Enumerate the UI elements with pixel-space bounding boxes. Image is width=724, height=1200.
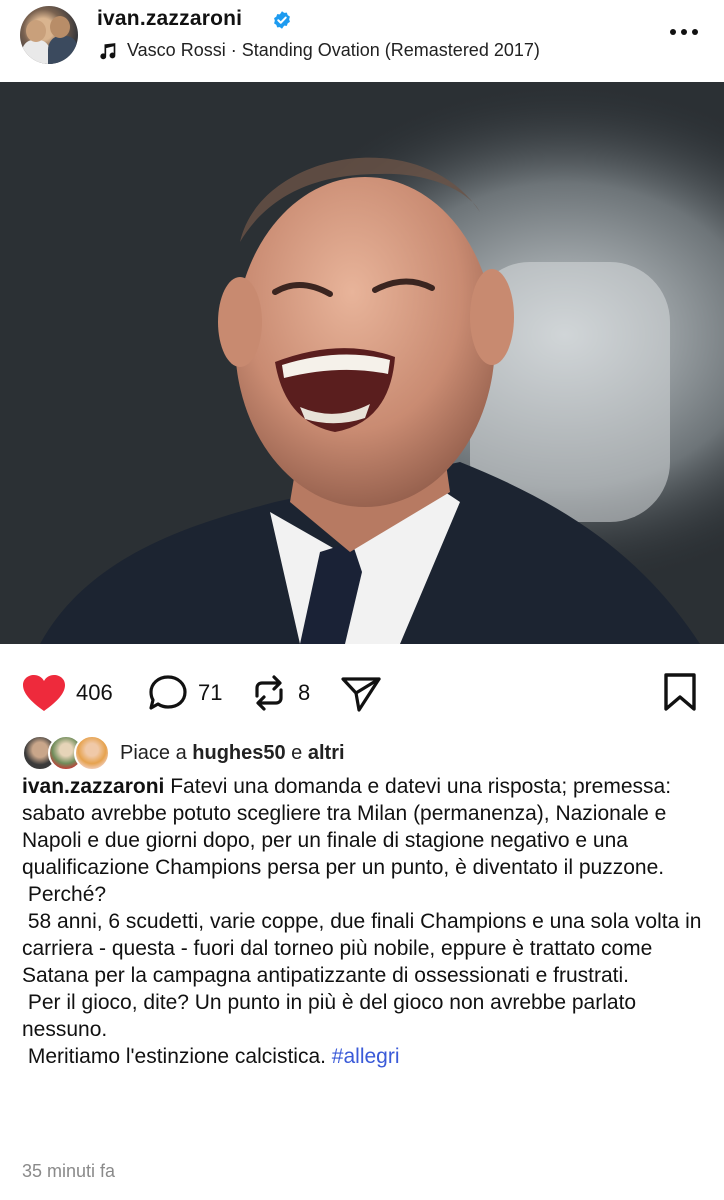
post-caption: ivan.zazzaroni Fatevi una domanda e date…	[22, 773, 712, 1070]
comment-count: 71	[198, 680, 223, 705]
liker-username[interactable]: hughes50	[192, 742, 285, 764]
comment-button[interactable]: 71	[148, 674, 222, 712]
caption-paragraph: Perché?	[22, 883, 107, 906]
share-button[interactable]	[340, 674, 382, 712]
send-icon	[341, 677, 381, 712]
music-title: Vasco Rossi · Standing Ovation (Remaster…	[127, 40, 540, 60]
comment-bubble-icon	[149, 675, 187, 710]
repost-icon	[255, 675, 283, 711]
caption-paragraph: Per il gioco, dite? Un punto in più è de…	[22, 991, 642, 1041]
music-note-icon	[100, 42, 116, 59]
more-options-icon[interactable]	[668, 22, 700, 42]
music-attribution[interactable]: Vasco Rossi · Standing Ovation (Remaster…	[97, 40, 540, 61]
like-count: 406	[76, 680, 113, 705]
bookmark-icon[interactable]	[662, 672, 698, 712]
verified-badge-icon	[274, 11, 290, 29]
post-actions-bar: 406 71 8	[0, 660, 724, 720]
likes-summary[interactable]: Piace a hughes50 e altri	[22, 733, 345, 773]
caption-paragraph: 58 anni, 6 scudetti, varie coppe, due fi…	[22, 910, 708, 987]
caption-username[interactable]: ivan.zazzaroni	[22, 775, 164, 798]
other-likers-link[interactable]: altri	[308, 742, 345, 764]
post-timestamp: 35 minuti fa	[22, 1161, 116, 1181]
liker-avatar	[74, 735, 110, 771]
author-avatar[interactable]	[20, 6, 78, 64]
like-button[interactable]: 406	[22, 674, 113, 712]
hashtag-link[interactable]: #allegri	[332, 1045, 400, 1068]
caption-paragraph: Meritiamo l'estinzione calcistica.	[22, 1045, 332, 1068]
post-media-video[interactable]	[0, 82, 724, 644]
repost-button[interactable]: 8	[250, 674, 310, 712]
heart-icon	[23, 675, 65, 711]
portrait-illustration	[0, 82, 724, 644]
repost-count: 8	[298, 680, 311, 705]
likes-text: Piace a hughes50 e altri	[120, 741, 345, 764]
author-username[interactable]: ivan.zazzaroni	[97, 7, 242, 31]
post-header: ivan.zazzaroni Vasco Rossi · Standing Ov…	[0, 0, 724, 82]
